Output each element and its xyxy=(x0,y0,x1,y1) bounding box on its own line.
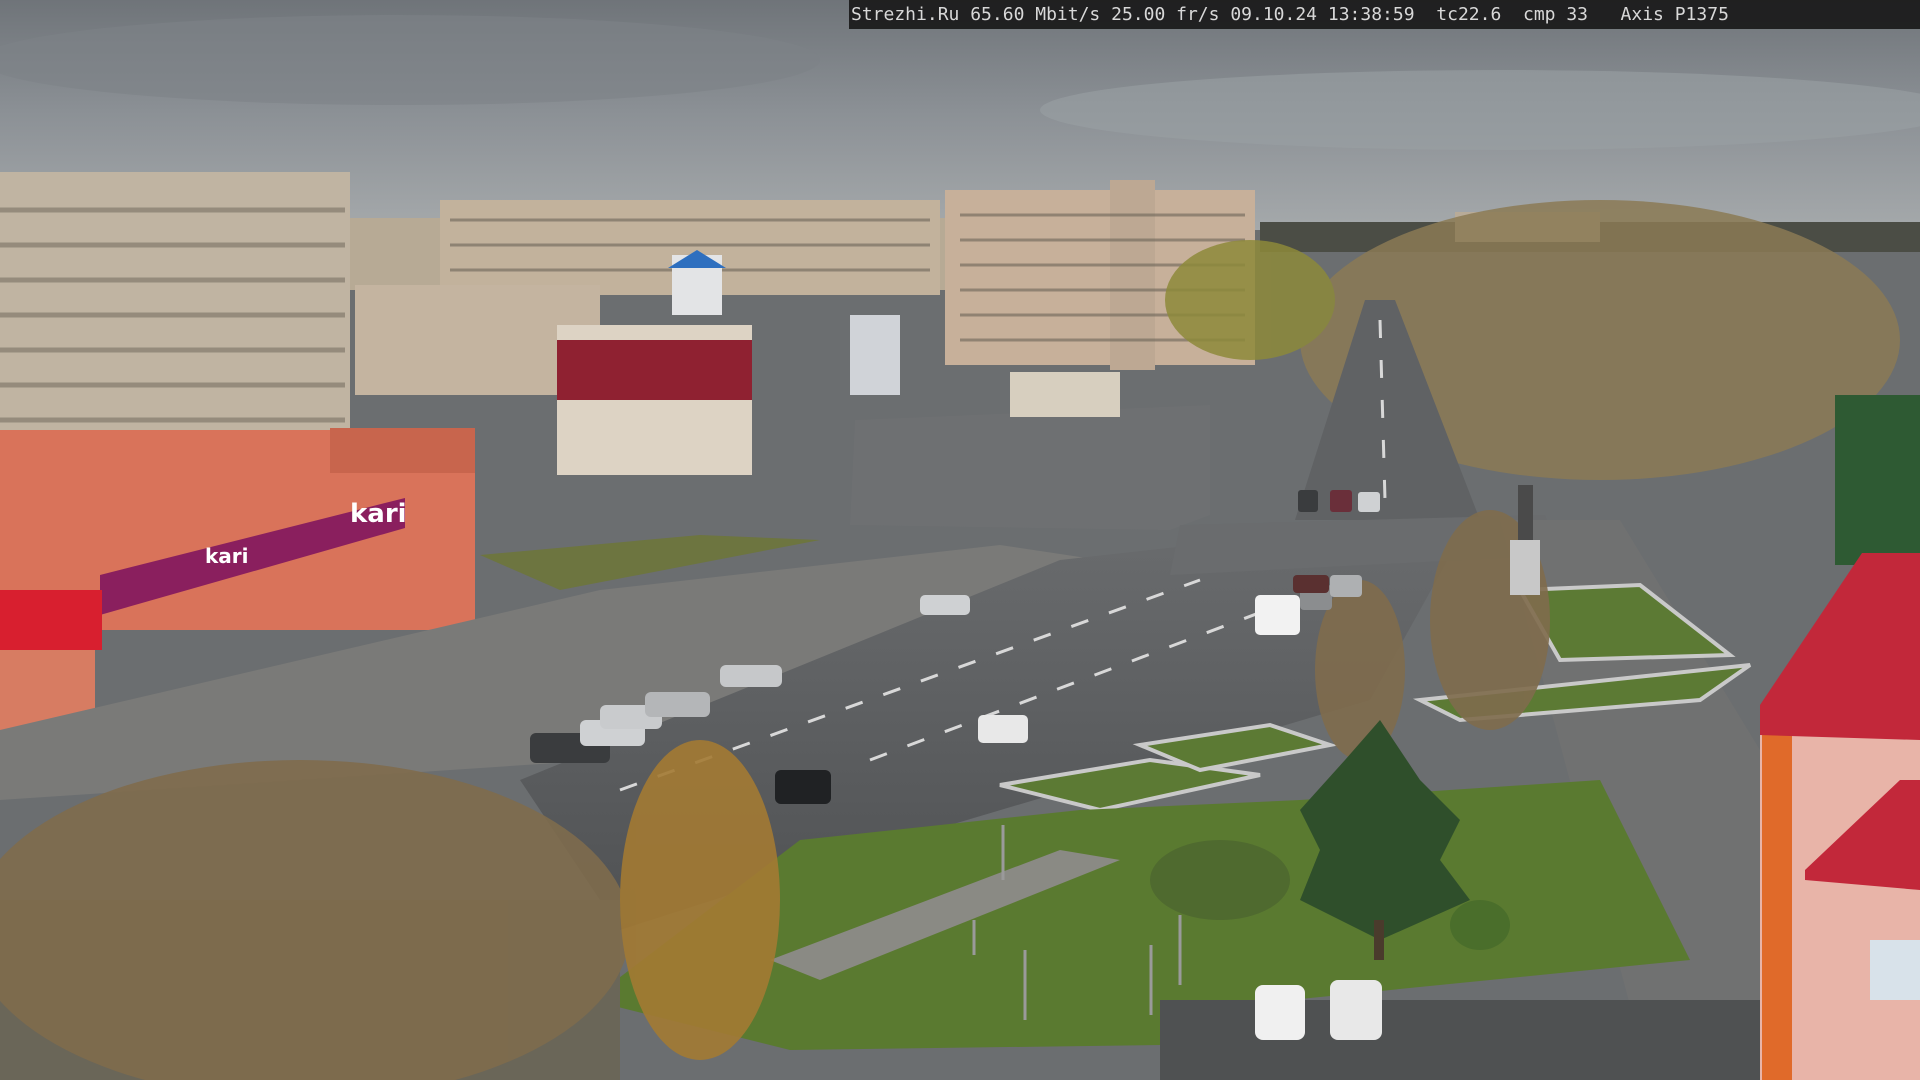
tc-readout: tc22.6 xyxy=(1436,4,1502,25)
small-pavilion xyxy=(1010,372,1120,417)
evergreen-tree xyxy=(1835,395,1920,565)
parking-lot-bottom xyxy=(1160,1000,1760,1080)
shrub xyxy=(1150,840,1290,920)
window xyxy=(1870,940,1920,1000)
site-name: Strezhi.Ru xyxy=(851,4,960,25)
street-scene: kari kari xyxy=(0,0,1920,1080)
kari-store-roof xyxy=(330,428,475,473)
date-readout: 09.10.24 xyxy=(1230,4,1318,25)
cloud xyxy=(0,15,820,105)
webcam-frame: kari kari Strezhi.Ru 65.60 Mbit/s 25.00 … xyxy=(0,0,1920,1080)
green-island xyxy=(1516,582,1736,663)
red-tower-roof xyxy=(1760,553,1920,740)
parking-plaza xyxy=(850,405,1210,530)
kari-sign-side: kari xyxy=(205,544,249,568)
camera-info-bar: Strezhi.Ru 65.60 Mbit/s 25.00 fr/s 09.10… xyxy=(849,0,1920,29)
fir-tree xyxy=(1300,720,1470,940)
camera-model: Axis P1375 xyxy=(1620,4,1729,25)
kari-sign-main: kari xyxy=(350,499,407,529)
orange-banner-vertical xyxy=(1762,735,1792,1080)
monument-pedestal xyxy=(1510,540,1540,595)
red-roof-facade xyxy=(557,340,752,400)
fps-readout: 25.00 fr/s xyxy=(1111,4,1220,25)
time-readout: 13:38:59 xyxy=(1327,4,1415,25)
fir-trunk xyxy=(1374,920,1384,960)
cmp-readout: cmp 33 xyxy=(1522,4,1589,25)
red-corner-awning xyxy=(0,590,102,650)
shrub xyxy=(1450,900,1510,950)
monument-statue xyxy=(1518,485,1533,540)
cloud xyxy=(1040,70,1920,150)
bitrate-readout: 65.60 Mbit/s xyxy=(970,4,1101,25)
blue-building xyxy=(850,315,900,395)
